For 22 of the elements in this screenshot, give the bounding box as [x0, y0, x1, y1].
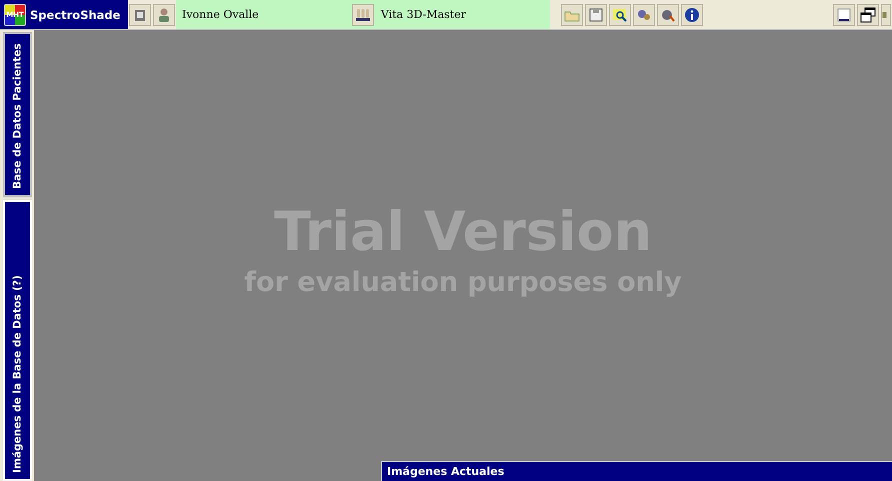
minimize-button[interactable] [833, 4, 855, 26]
shade-guide-name: Vita 3D-Master [380, 8, 466, 21]
sidebar-tab[interactable]: Imágenes de la Base de Datos (?) [3, 200, 32, 481]
shade-tabs-icon [354, 6, 371, 22]
search-icon [612, 7, 628, 23]
patient-name: Ivonne Ovalle [182, 8, 259, 21]
app-title: SpectroShade [30, 8, 120, 22]
restore-button[interactable] [857, 4, 879, 26]
search-button[interactable] [609, 4, 631, 26]
settings-button[interactable] [633, 4, 655, 26]
panel-header: Imágenes Actuales [381, 461, 892, 481]
save-button[interactable] [585, 4, 607, 26]
shade-guide-button[interactable] [352, 4, 374, 26]
minimize-icon [836, 7, 852, 23]
restore-icon [860, 7, 876, 23]
sidebar-tab[interactable]: Base de Datos Pacientes [3, 32, 32, 198]
tools-button[interactable] [657, 4, 679, 26]
person-icon [156, 7, 172, 23]
info-button[interactable] [681, 4, 703, 26]
tool-button[interactable] [129, 4, 151, 26]
patient-button[interactable] [153, 4, 175, 26]
info-icon [684, 7, 700, 23]
